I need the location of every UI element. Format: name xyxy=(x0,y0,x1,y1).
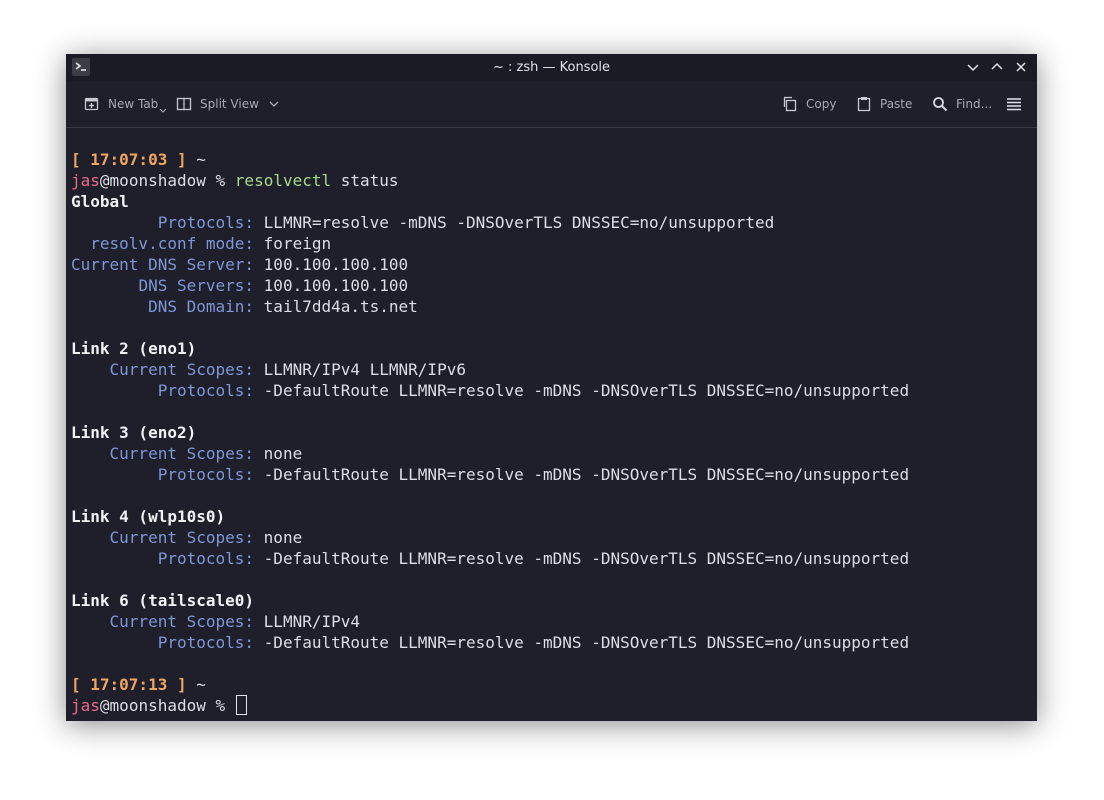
output-key: DNS Servers: xyxy=(138,276,255,295)
output-line: Current Scopes: none xyxy=(71,527,303,548)
chevron-down-icon[interactable] xyxy=(159,107,167,115)
section-header-link: Link 3 (eno2) xyxy=(71,423,197,442)
output-value: LLMNR/IPv4 LLMNR/IPv6 xyxy=(263,360,466,379)
output-key: Protocols: xyxy=(157,213,255,232)
hamburger-menu-icon xyxy=(1007,98,1021,111)
output-line: Current Scopes: LLMNR/IPv4 xyxy=(71,611,360,632)
konsole-window: ~ : zsh — Konsole New Tab Split View Cop… xyxy=(66,54,1037,721)
output-value: 100.100.100.100 xyxy=(263,276,409,295)
output-value: foreign xyxy=(263,234,332,253)
output-key: Protocols: xyxy=(157,633,255,652)
output-key: Current Scopes: xyxy=(109,528,255,547)
output-key: Current Scopes: xyxy=(109,612,255,631)
new-tab-label: New Tab xyxy=(108,97,159,111)
output-value: tail7dd4a.ts.net xyxy=(263,297,418,316)
terminal-output[interactable]: [ 17:07:03 ] ~ jas@moonshadow % resolvec… xyxy=(66,128,1037,721)
prompt-at: @ xyxy=(99,171,110,190)
prompt-directory: ~ xyxy=(196,675,206,694)
prompt-timestamp: [ 17:07:13 ] xyxy=(71,675,187,694)
prompt-symbol: % xyxy=(215,696,226,715)
search-icon xyxy=(933,97,948,112)
output-value: -DefaultRoute LLMNR=resolve -mDNS -DNSOv… xyxy=(263,549,910,568)
hamburger-menu-button[interactable] xyxy=(1006,81,1022,127)
command-line: jas@moonshadow % resolvectl status xyxy=(71,170,399,191)
paste-icon xyxy=(857,97,871,112)
output-value: none xyxy=(263,444,303,463)
output-line: Protocols: -DefaultRoute LLMNR=resolve -… xyxy=(71,464,909,485)
paste-button[interactable]: Paste xyxy=(856,81,912,127)
section-header-link: Link 4 (wlp10s0) xyxy=(71,507,226,526)
output-line: Protocols: -DefaultRoute LLMNR=resolve -… xyxy=(71,632,909,653)
window-title: ~ : zsh — Konsole xyxy=(492,60,611,75)
output-line: Protocols: LLMNR=resolve -mDNS -DNSOverT… xyxy=(71,212,775,233)
output-line: Current DNS Server: 100.100.100.100 xyxy=(71,254,408,275)
close-icon[interactable] xyxy=(1012,58,1030,76)
minimize-icon[interactable] xyxy=(964,58,982,76)
prompt-symbol: % xyxy=(215,171,226,190)
split-view-button[interactable]: Split View xyxy=(176,81,280,127)
prompt-line: [ 17:07:03 ] ~ xyxy=(71,149,206,170)
split-view-icon xyxy=(176,97,192,111)
chevron-down-icon[interactable] xyxy=(268,98,280,110)
output-value: -DefaultRoute LLMNR=resolve -mDNS -DNSOv… xyxy=(263,633,910,652)
output-key: resolv.conf mode: xyxy=(90,234,255,253)
output-line: resolv.conf mode: foreign xyxy=(71,233,331,254)
prompt-at: @ xyxy=(99,696,110,715)
output-line: Current Scopes: LLMNR/IPv4 LLMNR/IPv6 xyxy=(71,359,466,380)
command-name: resolvectl xyxy=(234,171,332,190)
copy-icon xyxy=(783,96,797,112)
toolbar: New Tab Split View Copy Paste Find... xyxy=(66,81,1037,128)
output-value: -DefaultRoute LLMNR=resolve -mDNS -DNSOv… xyxy=(263,381,910,400)
new-tab-icon xyxy=(84,97,99,111)
output-key: Protocols: xyxy=(157,465,255,484)
output-key: Protocols: xyxy=(157,381,255,400)
output-line: Protocols: -DefaultRoute LLMNR=resolve -… xyxy=(71,548,909,569)
output-line: Current Scopes: none xyxy=(71,443,303,464)
output-key: Current Scopes: xyxy=(109,444,255,463)
prompt-user: jas xyxy=(71,696,100,715)
find-label: Find... xyxy=(956,97,993,111)
output-key: Protocols: xyxy=(157,549,255,568)
title-bar[interactable]: ~ : zsh — Konsole xyxy=(66,54,1037,81)
output-key: Current DNS Server: xyxy=(71,255,255,274)
new-tab-button[interactable]: New Tab xyxy=(84,81,167,127)
output-key: Current Scopes: xyxy=(109,360,255,379)
split-view-label: Split View xyxy=(200,97,259,111)
section-header-link: Link 6 (tailscale0) xyxy=(71,591,255,610)
output-value: LLMNR/IPv4 xyxy=(263,612,360,631)
section-header-link: Link 2 (eno1) xyxy=(71,339,197,358)
section-header-global: Global xyxy=(71,192,129,211)
prompt-timestamp: [ 17:07:03 ] xyxy=(71,150,187,169)
output-key: DNS Domain: xyxy=(148,297,255,316)
output-value: 100.100.100.100 xyxy=(263,255,409,274)
prompt-host: moonshadow xyxy=(109,696,206,715)
prompt-host: moonshadow xyxy=(109,171,206,190)
copy-label: Copy xyxy=(806,97,837,111)
output-line: Protocols: -DefaultRoute LLMNR=resolve -… xyxy=(71,380,909,401)
copy-button[interactable]: Copy xyxy=(782,81,836,127)
output-line: DNS Servers: 100.100.100.100 xyxy=(71,275,408,296)
output-line: DNS Domain: tail7dd4a.ts.net xyxy=(71,296,418,317)
paste-label: Paste xyxy=(880,97,913,111)
find-button[interactable]: Find... xyxy=(932,81,992,127)
output-value: none xyxy=(263,528,303,547)
prompt-directory: ~ xyxy=(196,150,206,169)
output-value: LLMNR=resolve -mDNS -DNSOverTLS DNSSEC=n… xyxy=(263,213,775,232)
maximize-icon[interactable] xyxy=(988,58,1006,76)
text-cursor[interactable] xyxy=(235,695,247,715)
prompt-user: jas xyxy=(71,171,100,190)
prompt-line: [ 17:07:13 ] ~ xyxy=(71,674,206,695)
command-args: status xyxy=(340,171,399,190)
output-value: -DefaultRoute LLMNR=resolve -mDNS -DNSOv… xyxy=(263,465,910,484)
command-line[interactable]: jas@moonshadow % xyxy=(71,695,247,716)
